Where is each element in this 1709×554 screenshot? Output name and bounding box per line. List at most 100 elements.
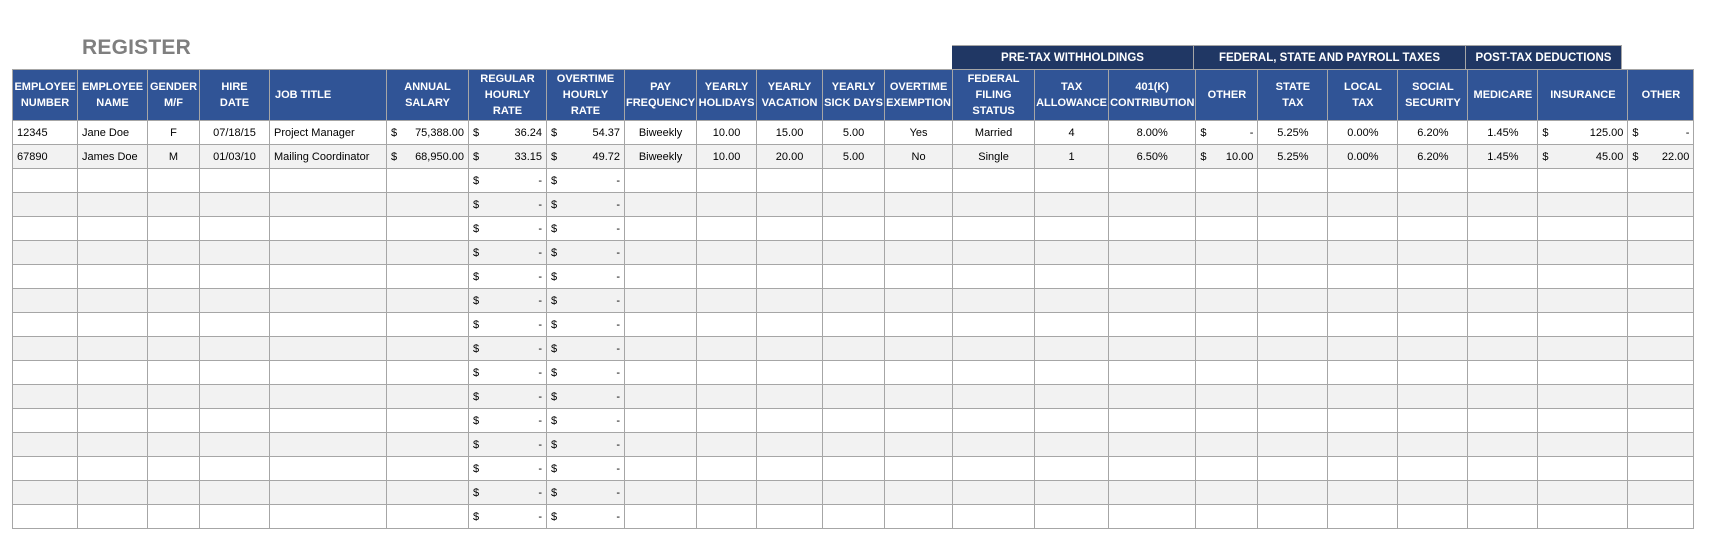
cell-tax-allowance[interactable]	[1034, 168, 1110, 193]
cell-posttax-other[interactable]: $22.00	[1627, 144, 1695, 169]
cell-local-tax[interactable]	[1327, 360, 1399, 385]
cell-overtime-rate[interactable]: $ -	[546, 456, 625, 481]
cell-gender[interactable]	[147, 312, 200, 337]
cell-emp-number[interactable]	[12, 480, 78, 505]
cell-contribution-401k[interactable]	[1108, 480, 1197, 505]
cell-contribution-401k[interactable]	[1108, 432, 1197, 457]
cell-overtime-rate[interactable]: $ -	[546, 360, 625, 385]
cell-social-security[interactable]	[1397, 264, 1469, 289]
cell-overtime-exemption[interactable]	[884, 336, 954, 361]
cell-federal-filing-status[interactable]: Single	[952, 144, 1036, 169]
cell-gender[interactable]	[147, 432, 200, 457]
column-header-insurance[interactable]: INSURANCE	[1537, 69, 1629, 121]
cell-local-tax[interactable]	[1327, 504, 1399, 529]
cell-overtime-exemption[interactable]	[884, 384, 954, 409]
cell-medicare[interactable]	[1467, 480, 1539, 505]
cell-emp-number[interactable]	[12, 504, 78, 529]
cell-yearly-sick-days[interactable]	[822, 192, 886, 217]
cell-overtime-rate[interactable]: $ -	[546, 264, 625, 289]
cell-medicare[interactable]	[1467, 264, 1539, 289]
cell-posttax-other[interactable]	[1627, 480, 1695, 505]
cell-local-tax[interactable]	[1327, 336, 1399, 361]
cell-posttax-other[interactable]	[1627, 288, 1695, 313]
cell-social-security[interactable]	[1397, 456, 1469, 481]
cell-regular-rate[interactable]: $ -	[468, 408, 547, 433]
cell-yearly-sick-days[interactable]	[822, 264, 886, 289]
cell-annual-salary[interactable]	[386, 240, 469, 265]
cell-regular-rate[interactable]: $ -	[468, 216, 547, 241]
cell-local-tax[interactable]	[1327, 192, 1399, 217]
cell-gender[interactable]	[147, 264, 200, 289]
cell-federal-filing-status[interactable]	[952, 216, 1036, 241]
cell-federal-filing-status[interactable]	[952, 192, 1036, 217]
cell-regular-rate[interactable]: $ -	[468, 336, 547, 361]
cell-yearly-sick-days[interactable]	[822, 384, 886, 409]
cell-yearly-vacation[interactable]	[756, 336, 824, 361]
cell-regular-rate[interactable]: $ -	[468, 288, 547, 313]
cell-local-tax[interactable]	[1327, 432, 1399, 457]
cell-gender[interactable]	[147, 480, 200, 505]
cell-regular-rate[interactable]: $ -	[468, 240, 547, 265]
cell-overtime-exemption[interactable]: No	[884, 144, 954, 169]
cell-social-security[interactable]	[1397, 168, 1469, 193]
cell-state-tax[interactable]	[1257, 264, 1329, 289]
cell-yearly-holidays[interactable]	[696, 408, 758, 433]
cell-tax-allowance[interactable]: 1	[1034, 144, 1110, 169]
cell-hire-date[interactable]	[199, 312, 270, 337]
cell-pay-frequency[interactable]	[623, 288, 698, 313]
cell-yearly-vacation[interactable]	[756, 288, 824, 313]
cell-tax-allowance[interactable]	[1034, 192, 1110, 217]
cell-emp-name[interactable]	[77, 288, 148, 313]
cell-job-title[interactable]	[269, 384, 387, 409]
cell-tax-allowance[interactable]	[1034, 384, 1110, 409]
cell-tax-allowance[interactable]	[1034, 360, 1110, 385]
cell-pay-frequency[interactable]	[623, 192, 698, 217]
cell-emp-name[interactable]	[77, 504, 148, 529]
cell-pretax-other[interactable]	[1195, 432, 1259, 457]
cell-local-tax[interactable]	[1327, 288, 1399, 313]
cell-job-title[interactable]	[269, 480, 387, 505]
cell-overtime-rate[interactable]: $54.37	[546, 120, 625, 145]
cell-yearly-sick-days[interactable]: 5.00	[822, 120, 886, 145]
cell-insurance[interactable]	[1537, 480, 1629, 505]
cell-yearly-holidays[interactable]: 10.00	[696, 120, 758, 145]
cell-pay-frequency[interactable]	[623, 432, 698, 457]
cell-yearly-holidays[interactable]	[696, 216, 758, 241]
cell-yearly-holidays[interactable]	[696, 480, 758, 505]
cell-yearly-vacation[interactable]	[756, 216, 824, 241]
cell-yearly-sick-days[interactable]	[822, 360, 886, 385]
cell-job-title[interactable]: Project Manager	[269, 120, 387, 145]
cell-posttax-other[interactable]	[1627, 456, 1695, 481]
cell-insurance[interactable]	[1537, 408, 1629, 433]
cell-annual-salary[interactable]	[386, 408, 469, 433]
cell-hire-date[interactable]	[199, 288, 270, 313]
cell-insurance[interactable]: $125.00	[1537, 120, 1629, 145]
cell-job-title[interactable]	[269, 336, 387, 361]
cell-emp-number[interactable]	[12, 288, 78, 313]
cell-emp-name[interactable]	[77, 240, 148, 265]
cell-regular-rate[interactable]: $ -	[468, 168, 547, 193]
cell-overtime-rate[interactable]: $ -	[546, 504, 625, 529]
cell-yearly-holidays[interactable]	[696, 504, 758, 529]
cell-local-tax[interactable]	[1327, 480, 1399, 505]
cell-insurance[interactable]	[1537, 288, 1629, 313]
cell-yearly-holidays[interactable]	[696, 288, 758, 313]
cell-yearly-vacation[interactable]: 15.00	[756, 120, 824, 145]
cell-annual-salary[interactable]	[386, 288, 469, 313]
cell-hire-date[interactable]	[199, 432, 270, 457]
column-header-local-tax[interactable]: LOCAL TAX	[1327, 69, 1399, 121]
cell-job-title[interactable]: Mailing Coordinator	[269, 144, 387, 169]
cell-regular-rate[interactable]: $36.24	[468, 120, 547, 145]
cell-job-title[interactable]	[269, 264, 387, 289]
cell-emp-name[interactable]	[77, 360, 148, 385]
column-header-contribution-401k[interactable]: 401(K) CONTRIBUTION	[1108, 69, 1197, 121]
cell-yearly-sick-days[interactable]	[822, 288, 886, 313]
cell-pretax-other[interactable]: $ -	[1195, 120, 1259, 145]
cell-tax-allowance[interactable]	[1034, 504, 1110, 529]
cell-insurance[interactable]: $45.00	[1537, 144, 1629, 169]
cell-local-tax[interactable]	[1327, 456, 1399, 481]
cell-hire-date[interactable]	[199, 168, 270, 193]
cell-annual-salary[interactable]	[386, 504, 469, 529]
cell-pretax-other[interactable]	[1195, 168, 1259, 193]
cell-yearly-sick-days[interactable]	[822, 432, 886, 457]
